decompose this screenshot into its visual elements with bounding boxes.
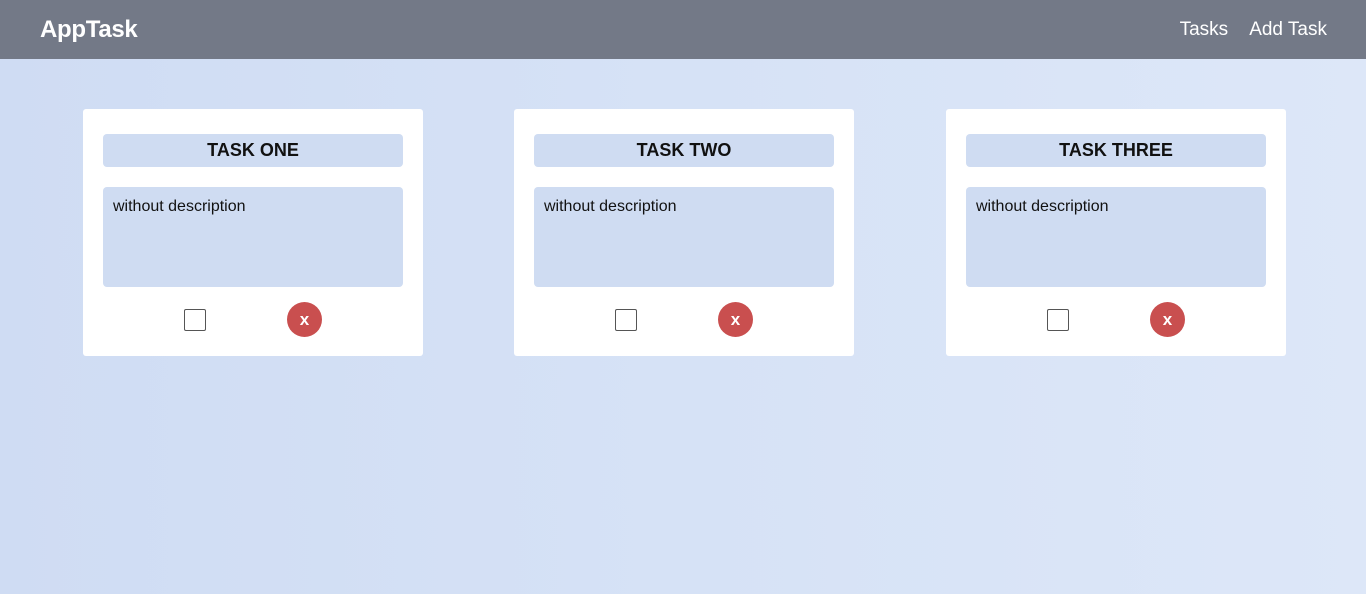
nav-link-add-task[interactable]: Add Task (1249, 19, 1327, 41)
task-complete-checkbox[interactable] (184, 309, 206, 331)
delete-task-button[interactable]: x (718, 302, 753, 337)
task-description: without description (103, 187, 403, 287)
delete-task-button[interactable]: x (1150, 302, 1185, 337)
task-title: TASK ONE (103, 134, 403, 167)
delete-task-button[interactable]: x (287, 302, 322, 337)
nav-link-tasks[interactable]: Tasks (1180, 19, 1229, 41)
task-description: without description (534, 187, 834, 287)
task-description: without description (966, 187, 1266, 287)
task-card: TASK THREE without description x (946, 109, 1286, 356)
task-title: TASK TWO (534, 134, 834, 167)
brand-logo[interactable]: AppTask (40, 16, 138, 44)
task-complete-checkbox[interactable] (615, 309, 637, 331)
task-complete-checkbox[interactable] (1047, 309, 1069, 331)
task-card: TASK TWO without description x (514, 109, 854, 356)
top-navbar: AppTask Tasks Add Task (0, 0, 1366, 59)
task-card: TASK ONE without description x (83, 109, 423, 356)
nav-links: Tasks Add Task (1180, 19, 1327, 41)
task-title: TASK THREE (966, 134, 1266, 167)
